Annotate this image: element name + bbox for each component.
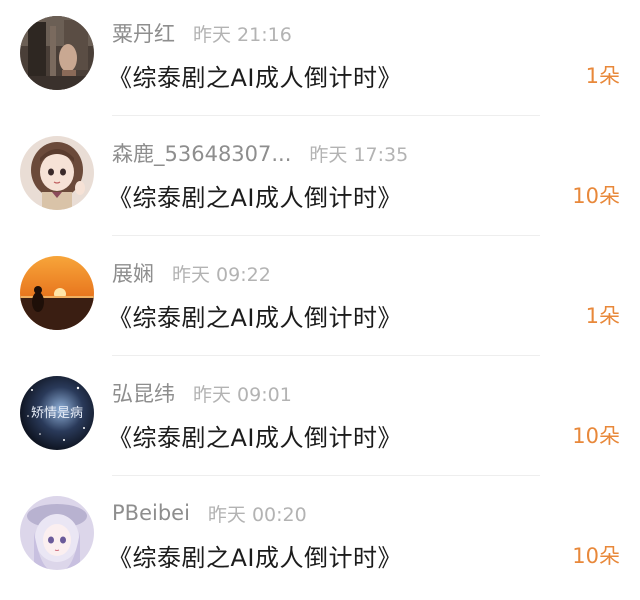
- username[interactable]: 展娴: [112, 258, 154, 288]
- username[interactable]: 森鹿_53648307...: [112, 138, 291, 168]
- work-title[interactable]: 《综泰剧之AI成人倒计时》: [108, 178, 402, 213]
- avatar[interactable]: [20, 256, 94, 330]
- gift-record-row[interactable]: 粟丹红 昨天 21:16 《综泰剧之AI成人倒计时》 1朵: [0, 0, 640, 120]
- divider: [112, 115, 540, 116]
- avatar-sunset-icon: [20, 256, 94, 330]
- avatar[interactable]: [20, 16, 94, 90]
- avatar-anime-hat-icon: [20, 496, 94, 570]
- work-title[interactable]: 《综泰剧之AI成人倒计时》: [108, 538, 402, 573]
- timestamp: 昨天 09:22: [172, 263, 271, 286]
- timestamp: 昨天 00:20: [207, 503, 307, 526]
- work-title[interactable]: 《综泰剧之AI成人倒计时》: [108, 58, 402, 93]
- timestamp: 昨天 21:16: [193, 23, 292, 46]
- username[interactable]: PBeibei: [112, 501, 190, 525]
- username[interactable]: 弘昆纬: [112, 378, 175, 408]
- flower-count: 1朵: [585, 64, 620, 88]
- timestamp: 昨天 17:35: [309, 143, 409, 166]
- avatar-text: 矫情是病: [31, 406, 83, 421]
- avatar[interactable]: 矫情是病: [20, 376, 94, 450]
- avatar[interactable]: [20, 136, 94, 210]
- avatar-starry-icon: 矫情是病: [20, 376, 94, 450]
- flower-count: 10朵: [572, 184, 620, 208]
- divider: [112, 475, 540, 476]
- gift-record-row[interactable]: 展娴 昨天 09:22 《综泰剧之AI成人倒计时》 1朵: [0, 240, 640, 360]
- gift-record-row[interactable]: 森鹿_53648307... 昨天 17:35 《综泰剧之AI成人倒计时》 10…: [0, 120, 640, 240]
- avatar[interactable]: [20, 496, 94, 570]
- divider: [112, 355, 540, 356]
- gift-record-row[interactable]: 矫情是病 弘昆纬 昨天 09:01 《综泰剧之AI成人倒计时》 10朵: [0, 360, 640, 480]
- flower-count: 10朵: [572, 424, 620, 448]
- work-title[interactable]: 《综泰剧之AI成人倒计时》: [108, 418, 402, 453]
- username[interactable]: 粟丹红: [112, 18, 175, 48]
- gift-record-row[interactable]: PBeibei 昨天 00:20 《综泰剧之AI成人倒计时》 10朵: [0, 480, 640, 600]
- flower-count: 10朵: [572, 544, 620, 568]
- work-title[interactable]: 《综泰剧之AI成人倒计时》: [108, 298, 402, 333]
- timestamp: 昨天 09:01: [193, 383, 292, 406]
- divider: [112, 235, 540, 236]
- flower-count: 1朵: [585, 304, 620, 328]
- avatar-photo-icon: [20, 16, 94, 90]
- gift-record-list: 粟丹红 昨天 21:16 《综泰剧之AI成人倒计时》 1朵 森鹿_5364830…: [0, 0, 640, 583]
- avatar-anime-girl-icon: [20, 136, 94, 210]
